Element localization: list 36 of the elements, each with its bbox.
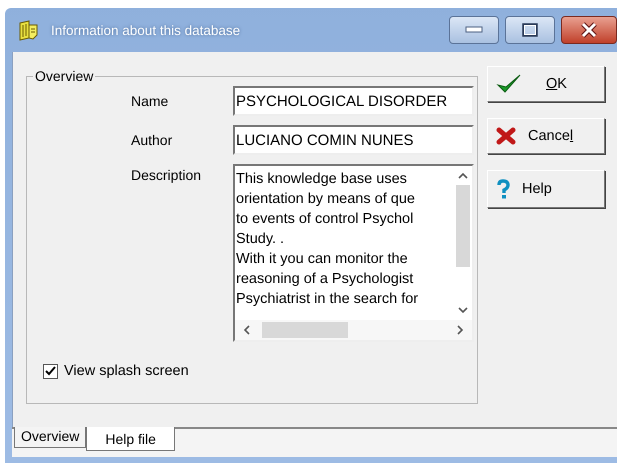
text-line: to events of control Psychol [236, 210, 414, 229]
maximize-icon [522, 23, 538, 37]
field-label: Author [131, 132, 174, 148]
scroll-thumb[interactable] [456, 185, 470, 267]
checkbox-label: View splash screen [64, 363, 189, 379]
text-line: Study. . [236, 230, 286, 249]
field-label: Name [131, 93, 170, 109]
text-line: reasoning of a Psychologist [236, 270, 414, 289]
cancel-button[interactable]: Cancel [487, 118, 605, 154]
horizontal-scrollbar[interactable] [235, 320, 472, 340]
text-line: With it you can monitor the [236, 250, 409, 269]
checkbox[interactable] [43, 364, 58, 378]
input-field[interactable]: LUCIANO COMIN NUNES [233, 125, 474, 155]
group-title: Overview [34, 68, 94, 84]
scroll-thumb[interactable] [262, 322, 348, 338]
memo-field[interactable]: This knowledge base uses orientation by means of que to events of control Psychol Study. . With it you can monitor the reasoning of a Psychologist Psychiatrist in the search for [233, 164, 474, 342]
minimize-button[interactable] [449, 16, 499, 44]
text-line: Psychiatrist in the search for [236, 290, 420, 309]
check-icon [45, 366, 56, 376]
tab[interactable]: Overview [14, 427, 86, 448]
book-icon [17, 19, 39, 41]
field-label: Description [131, 166, 202, 183]
text-line: This knowledge base uses [236, 170, 408, 189]
help-button[interactable]: Help [487, 170, 605, 208]
input-field[interactable]: PSYCHOLOGICAL DISORDER [233, 86, 474, 116]
question-mark-icon [496, 179, 510, 199]
maximize-button[interactable] [505, 16, 555, 44]
check-icon [496, 73, 522, 95]
cross-icon [496, 127, 516, 145]
window-title: Information about this database [51, 22, 240, 38]
minimize-icon [465, 26, 483, 34]
tab[interactable]: Help file [86, 427, 175, 451]
close-icon [579, 22, 599, 38]
ok-button[interactable]: OK [487, 66, 605, 102]
close-button[interactable] [561, 16, 617, 44]
text-line: orientation by means of que [236, 190, 416, 209]
